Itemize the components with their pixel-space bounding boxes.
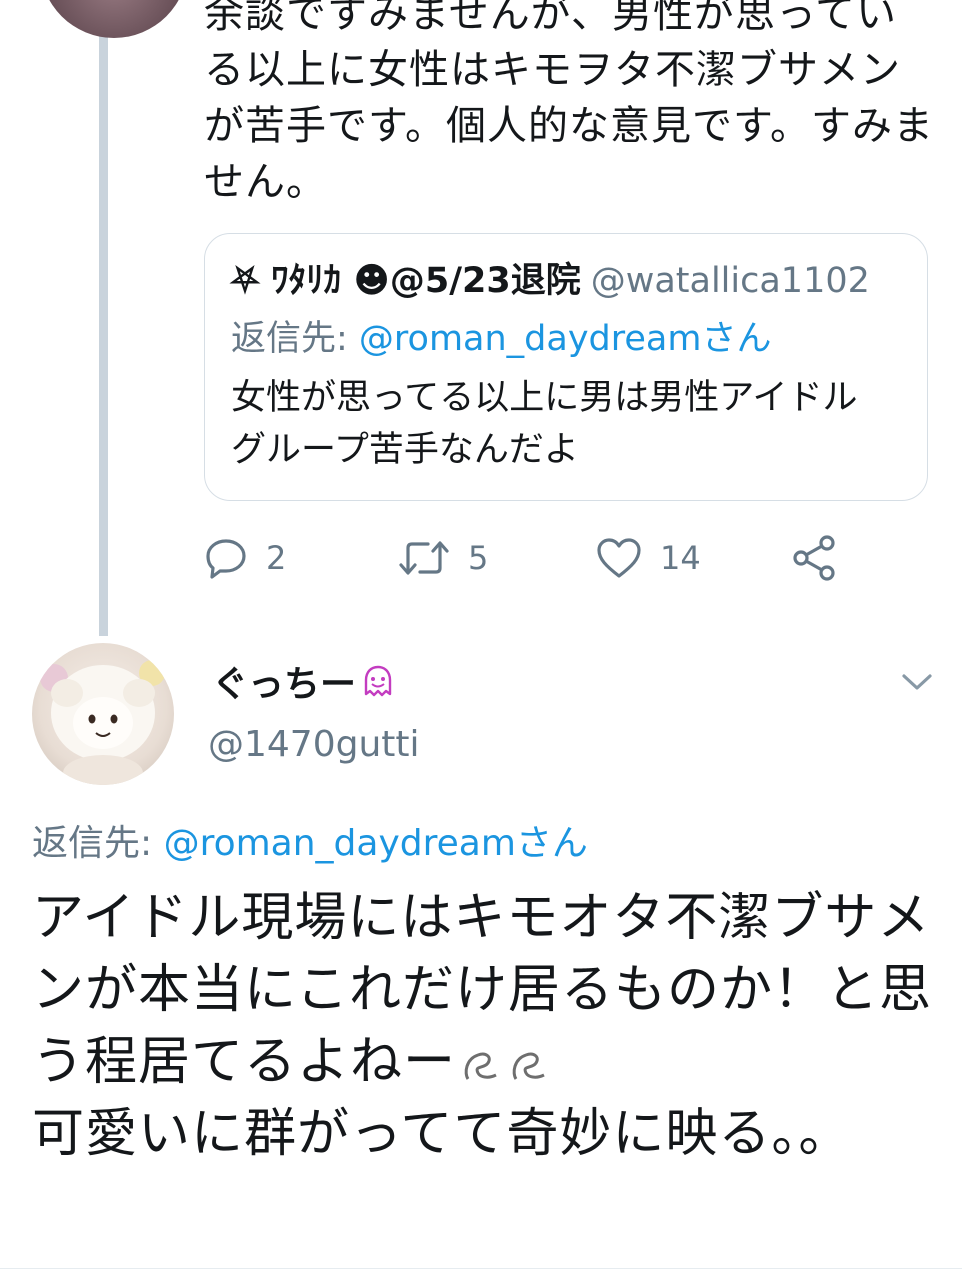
quoted-tweet-card[interactable]: ⛧ ﾜﾀﾘｶ ☻@5/23退院 @watallica1102 返信先: @roma… — [204, 233, 928, 501]
divider — [0, 1268, 962, 1269]
reply-icon — [206, 539, 246, 579]
tweet-text-cont: 可愛いに群がってて奇妙に映る。。 — [32, 1104, 852, 1164]
quoted-reply-to: 返信先: @roman_daydreamさん — [231, 314, 771, 364]
author-handle[interactable]: @1470gutti — [208, 720, 420, 770]
tweet-actions: 2 5 14 — [204, 530, 904, 586]
chevron-down-icon[interactable] — [900, 670, 934, 694]
reply-to-mention[interactable]: @roman_daydreamさん — [359, 319, 772, 359]
share-icon — [793, 535, 835, 581]
thread-connector-line — [99, 0, 108, 636]
reply-to-label: 返信先: — [231, 319, 359, 359]
avatar[interactable] — [40, 0, 188, 38]
quoted-author-handle: @watallica1102 — [590, 261, 870, 301]
author-name[interactable]: ぐっちー — [212, 660, 396, 710]
like-icon — [597, 538, 641, 578]
retweet-count: 5 — [468, 539, 489, 577]
retweet-icon — [399, 541, 449, 575]
reply-count: 2 — [266, 539, 287, 577]
tweet-text: アイドル現場にはキモオタ不潔ブサメンが本当にこれだけ居るものか！と思う程居てるよ… — [32, 882, 932, 1170]
avatar[interactable] — [32, 643, 174, 785]
reply-to-label: 返信先: — [32, 823, 164, 864]
like-count: 14 — [660, 539, 701, 577]
dash-emoji-icon — [512, 1052, 545, 1080]
sheep-plush-image — [40, 660, 165, 785]
reply-to: 返信先: @roman_daydreamさん — [32, 818, 588, 870]
ghost-emoji-icon — [364, 665, 392, 697]
dash-emoji-icon — [464, 1052, 497, 1080]
like-button[interactable]: 14 — [596, 530, 701, 586]
retweet-button[interactable]: 5 — [398, 530, 488, 586]
quoted-tweet-header: ⛧ ﾜﾀﾘｶ ☻@5/23退院 @watallica1102 — [231, 256, 870, 306]
reply-button[interactable]: 2 — [204, 530, 286, 586]
author-name-text: ぐっちー — [212, 664, 357, 705]
share-button[interactable] — [790, 530, 838, 586]
reply-to-mention[interactable]: @roman_daydreamさん — [164, 823, 588, 864]
tweet-text: 余談ですみませんが、男性が思っている以上に女性はキモヲタ不潔ブサメンが苦手です。… — [204, 0, 934, 205]
quoted-author-name: ⛧ ﾜﾀﾘｶ ☻@5/23退院 — [231, 261, 581, 301]
quoted-tweet-text: 女性が思ってる以上に男は男性アイドルグループ苦手なんだよ — [231, 378, 858, 470]
